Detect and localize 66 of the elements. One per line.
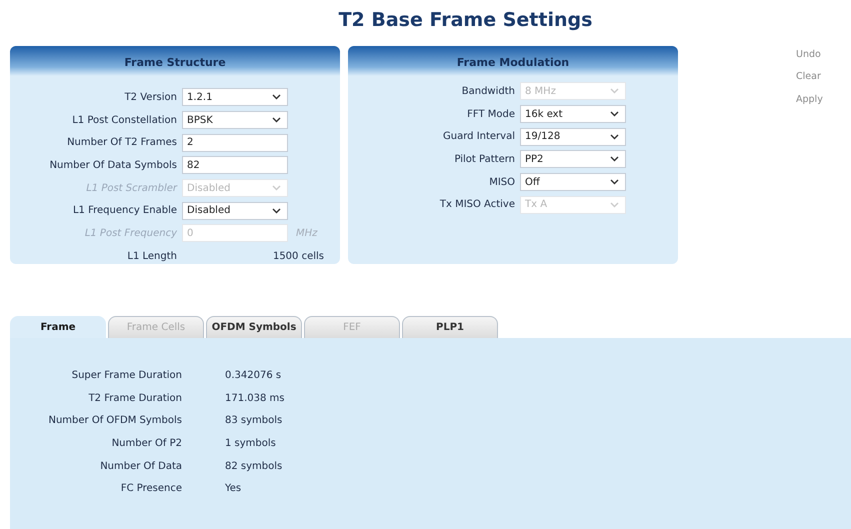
- page-title: T2 Base Frame Settings: [338, 8, 594, 33]
- dropdown-value: Tx A: [525, 198, 548, 212]
- field-label: Number Of Data Symbols: [48, 158, 178, 173]
- field-label: L1 Post Frequency: [84, 226, 178, 241]
- field-label: L1 Post Constellation: [71, 114, 178, 128]
- field-label: MISO: [488, 176, 516, 190]
- dropdown-value: 16k ext: [525, 108, 563, 122]
- tab[interactable]: OFDM Symbols: [206, 316, 302, 338]
- tab[interactable]: Frame: [10, 316, 106, 338]
- dropdown[interactable]: Off: [520, 173, 626, 192]
- result-value: 0.342076 s: [225, 368, 282, 383]
- chevron-down-icon: [610, 111, 619, 118]
- field-label: L1 Length: [126, 250, 178, 264]
- dropdown-value: BPSK: [187, 114, 213, 128]
- dropdown[interactable]: PP2: [520, 150, 626, 168]
- result-label: FC Presence: [120, 482, 182, 496]
- field-label: Number Of T2 Frames: [66, 136, 178, 150]
- result-label: T2 Frame Duration: [88, 392, 182, 406]
- dropdown-value: 8 MHz: [525, 84, 556, 99]
- field-value: 0: [187, 226, 194, 241]
- field-label: Tx MISO Active: [438, 198, 516, 212]
- chevron-down-icon: [272, 94, 281, 100]
- input-field[interactable]: 2: [182, 134, 288, 152]
- result-label: Number Of P2: [110, 436, 182, 451]
- dropdown[interactable]: Disabled: [182, 202, 288, 220]
- field-value: 82: [187, 158, 200, 173]
- result-value: 82 symbols: [225, 460, 282, 474]
- result-label: Number Of Data: [99, 460, 182, 474]
- chevron-down-icon: [610, 179, 619, 186]
- tab[interactable]: PLP1: [402, 316, 498, 338]
- field-label: L1 Post Scrambler: [85, 182, 178, 196]
- chevron-down-icon: [272, 208, 281, 214]
- chevron-down-icon: [610, 134, 619, 140]
- result-value: 83 symbols: [225, 414, 282, 428]
- dropdown-value: PP2: [525, 152, 544, 167]
- field-label: T2 Version: [124, 90, 178, 105]
- dropdown-value: Disabled: [187, 182, 230, 196]
- input-field[interactable]: 82: [182, 156, 288, 174]
- panel-header: Frame Structure: [10, 46, 340, 76]
- result-label: Number Of OFDM Symbols: [47, 414, 182, 428]
- result-value: 171.038 ms: [225, 392, 284, 406]
- unit-label: MHz: [296, 226, 318, 241]
- dropdown[interactable]: 19/128: [520, 128, 626, 146]
- dropdown-value: 1.2.1: [187, 90, 212, 105]
- dropdown-value: Disabled: [187, 204, 230, 218]
- result-value: 1 symbols: [225, 436, 276, 451]
- chevron-down-icon: [272, 185, 281, 192]
- dropdown[interactable]: 1.2.1: [182, 88, 288, 106]
- result-value: Yes: [225, 482, 242, 496]
- result-label: Super Frame Duration: [70, 368, 182, 383]
- dropdown[interactable]: 16k ext: [520, 105, 626, 124]
- chevron-down-icon: [610, 202, 619, 208]
- field-value: 1500 cells: [272, 250, 325, 264]
- field-label: L1 Frequency Enable: [72, 204, 178, 218]
- chevron-down-icon: [272, 117, 281, 124]
- dropdown[interactable]: BPSK: [182, 111, 288, 130]
- field-label: Guard Interval: [442, 130, 516, 144]
- field-label: FFT Mode: [466, 108, 516, 122]
- panel-header: Frame Modulation: [348, 46, 678, 76]
- dropdown-value: Off: [525, 176, 540, 190]
- chevron-down-icon: [610, 156, 619, 162]
- field-value: 2: [187, 136, 194, 150]
- chevron-down-icon: [610, 88, 619, 94]
- field-label: Pilot Pattern: [453, 152, 516, 167]
- dropdown-value: 19/128: [525, 130, 560, 144]
- field-label: Bandwidth: [460, 84, 516, 99]
